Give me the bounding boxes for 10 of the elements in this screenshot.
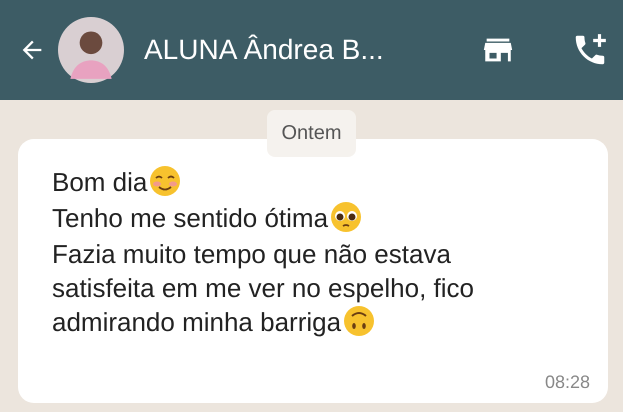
date-label: Ontem [267, 110, 356, 157]
avatar[interactable] [58, 17, 124, 83]
message-text: Tenho me sentido ótima [52, 201, 532, 235]
message-text: Bom dia [52, 165, 532, 199]
contact-name[interactable]: ALUNA Ândrea B... [144, 34, 481, 66]
message-text: Fazia muito tempo que não estava satisfeita em me ver no espelho, fico admirando minha barriga [52, 238, 475, 339]
message-time: 08:28 [544, 372, 590, 393]
smiling-face-icon [149, 165, 182, 197]
upside-down-face-icon [343, 305, 376, 337]
pleading-face-icon [330, 201, 362, 233]
